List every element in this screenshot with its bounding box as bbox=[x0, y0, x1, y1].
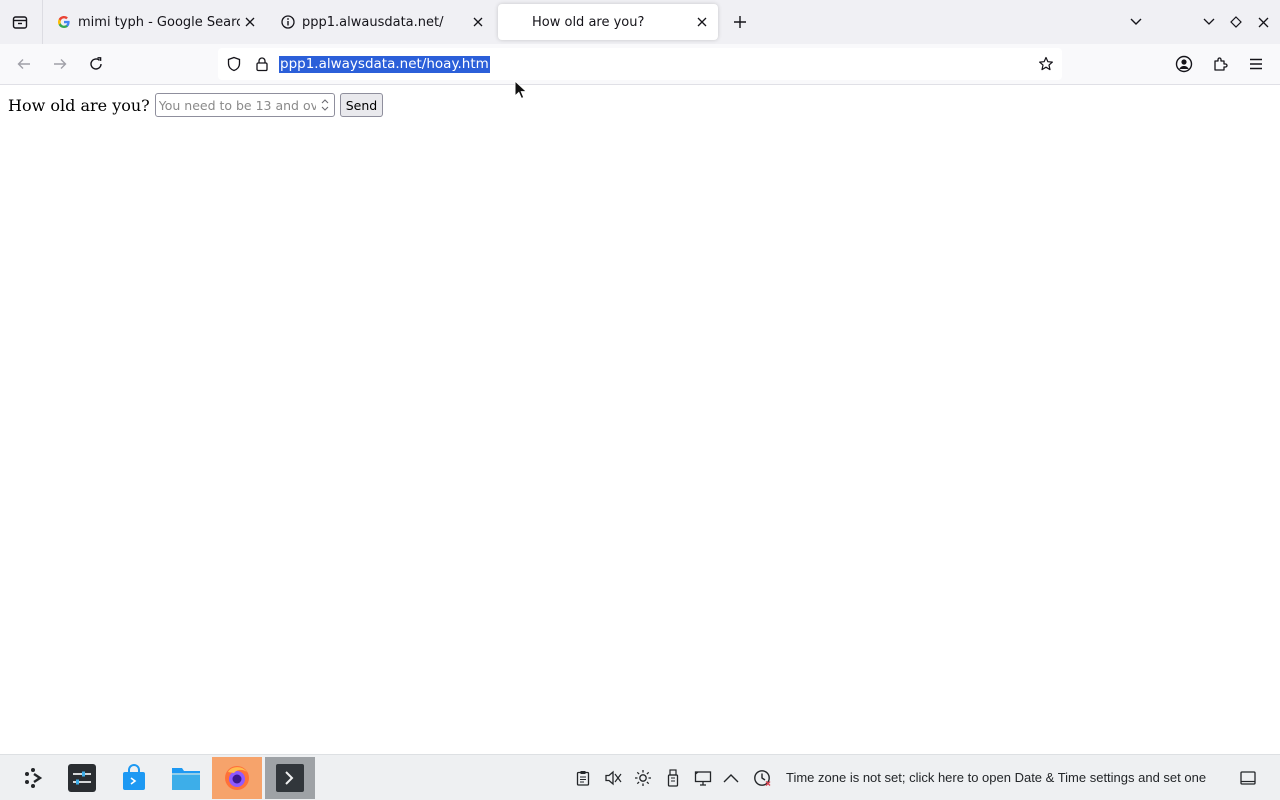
page-content: How old are you? Send bbox=[0, 85, 1280, 754]
url-text[interactable]: ppp1.alwaysdata.net/hoay.htm bbox=[279, 56, 490, 73]
close-icon bbox=[1258, 17, 1268, 27]
taskbar-firefox[interactable] bbox=[212, 757, 262, 799]
discover-store-icon bbox=[123, 764, 145, 790]
shield-icon[interactable] bbox=[224, 54, 244, 74]
lock-icon[interactable] bbox=[252, 54, 272, 74]
arrow-left-icon bbox=[17, 59, 30, 69]
puzzle-piece-icon bbox=[1214, 57, 1228, 71]
tab-title: mimi typh - Google Search bbox=[78, 14, 240, 30]
spinner-arrows-icon bbox=[321, 99, 329, 111]
terminal-icon bbox=[276, 764, 304, 792]
taskbar-file-manager[interactable] bbox=[161, 757, 211, 799]
url-bar[interactable]: ppp1.alwaysdata.net/hoay.htm bbox=[218, 48, 1062, 80]
hamburger-menu-icon bbox=[1250, 58, 1262, 70]
usb-device-icon[interactable] bbox=[664, 769, 682, 787]
timezone-notice[interactable]: Time zone is not set; click here to open… bbox=[786, 770, 1206, 785]
show-desktop-icon bbox=[1240, 771, 1256, 785]
system-settings-icon bbox=[68, 764, 96, 792]
tray-expand-icon[interactable] bbox=[722, 769, 740, 787]
chevron-down-icon bbox=[1203, 18, 1215, 25]
info-circle-icon bbox=[280, 14, 296, 30]
account-icon bbox=[1175, 55, 1193, 73]
bookmark-star-icon[interactable] bbox=[1036, 54, 1056, 74]
taskbar: Time zone is not set; click here to open… bbox=[0, 754, 1280, 800]
age-question-label: How old are you? bbox=[8, 95, 150, 115]
window-maximize-button[interactable] bbox=[1224, 10, 1248, 34]
display-icon[interactable] bbox=[694, 769, 712, 787]
mouse-cursor-icon bbox=[514, 80, 528, 100]
tab-how-old-are-you[interactable]: How old are you? bbox=[498, 4, 718, 40]
tab-close-button[interactable] bbox=[240, 12, 260, 32]
chevron-down-icon bbox=[1130, 18, 1142, 25]
launcher-icon bbox=[25, 768, 43, 788]
clock-warning-icon[interactable] bbox=[753, 769, 771, 787]
age-number-input[interactable] bbox=[155, 94, 316, 116]
tab-ppp1-alwausdata[interactable]: ppp1.alwausdata.net/ bbox=[268, 4, 494, 40]
close-icon bbox=[245, 17, 255, 27]
window-minimize-button[interactable] bbox=[1197, 10, 1221, 34]
forward-button[interactable] bbox=[46, 50, 74, 78]
tab-close-button[interactable] bbox=[692, 12, 712, 32]
window-close-button[interactable] bbox=[1251, 10, 1275, 34]
clipboard-icon[interactable] bbox=[574, 769, 592, 787]
firefox-icon bbox=[225, 766, 249, 790]
taskbar-discover[interactable] bbox=[109, 757, 159, 799]
new-tab-button[interactable] bbox=[728, 10, 752, 34]
tab-google-search[interactable]: mimi typh - Google Search bbox=[44, 4, 266, 40]
tab-strip-divider bbox=[42, 0, 43, 44]
app-menu-button[interactable] bbox=[1242, 50, 1270, 78]
back-button[interactable] bbox=[10, 50, 38, 78]
plus-icon bbox=[734, 16, 746, 28]
age-input-wrapper[interactable] bbox=[154, 93, 335, 117]
show-desktop-button[interactable] bbox=[1239, 769, 1257, 787]
close-icon bbox=[473, 17, 483, 27]
application-launcher[interactable] bbox=[8, 757, 58, 799]
age-form: How old are you? Send bbox=[8, 93, 384, 117]
arrow-right-icon bbox=[54, 59, 67, 69]
reload-icon bbox=[90, 57, 102, 70]
tab-strip: mimi typh - Google Search ppp1.alwausdat… bbox=[0, 0, 1280, 44]
send-button[interactable]: Send bbox=[339, 93, 384, 117]
list-all-tabs-button[interactable] bbox=[1124, 10, 1148, 34]
taskbar-system-settings[interactable] bbox=[57, 757, 107, 799]
account-button[interactable] bbox=[1170, 50, 1198, 78]
volume-muted-icon[interactable] bbox=[604, 769, 622, 787]
tab-overview-button[interactable] bbox=[6, 8, 34, 36]
navigation-toolbar: ppp1.alwaysdata.net/hoay.htm bbox=[0, 44, 1280, 85]
google-g-icon bbox=[56, 14, 72, 30]
file-manager-icon bbox=[172, 768, 200, 790]
reload-button[interactable] bbox=[82, 50, 110, 78]
diamond-icon bbox=[1230, 16, 1242, 28]
tab-title: How old are you? bbox=[532, 14, 645, 30]
blank-icon bbox=[510, 14, 526, 30]
tab-overview-icon bbox=[12, 16, 28, 29]
extensions-button[interactable] bbox=[1206, 50, 1234, 78]
brightness-icon[interactable] bbox=[634, 769, 652, 787]
taskbar-terminal[interactable] bbox=[265, 757, 315, 799]
tab-close-button[interactable] bbox=[468, 12, 488, 32]
close-icon bbox=[697, 17, 707, 27]
tab-title: ppp1.alwausdata.net/ bbox=[302, 14, 444, 30]
number-spinner[interactable] bbox=[320, 96, 330, 114]
